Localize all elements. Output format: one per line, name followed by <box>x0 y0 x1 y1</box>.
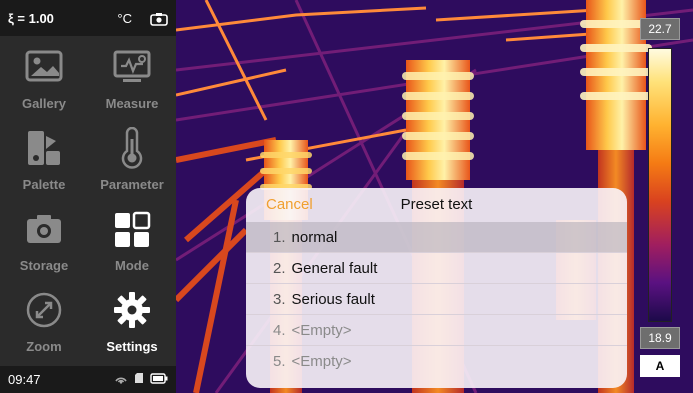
sidebar-menu: ξ = 1.00 °C Gallery Measure Palette Para… <box>0 0 176 393</box>
preset-text-dialog: Preset text Cancel 1. normal 2. General … <box>246 188 627 388</box>
camera-icon <box>23 208 65 250</box>
menu-item-measure[interactable]: Measure <box>88 36 176 117</box>
menu-item-mode[interactable]: Mode <box>88 198 176 279</box>
zoom-icon <box>23 289 65 331</box>
menu-item-storage[interactable]: Storage <box>0 198 88 279</box>
battery-icon <box>150 372 168 387</box>
preset-number: 2. <box>273 259 286 277</box>
mode-grid-icon <box>111 208 153 250</box>
preset-list: 1. normal 2. General fault 3. Serious fa… <box>246 222 627 377</box>
sd-card-icon <box>134 372 144 387</box>
scale-max-value[interactable]: 22.7 <box>640 18 680 40</box>
measure-icon <box>111 46 153 88</box>
menu-label: Measure <box>105 96 159 111</box>
temperature-unit[interactable]: °C <box>117 11 132 26</box>
dialog-header: Preset text Cancel <box>246 188 627 222</box>
preset-number: 3. <box>273 290 286 308</box>
menu-item-parameter[interactable]: Parameter <box>88 117 176 198</box>
preset-item-2[interactable]: 2. General fault <box>246 253 627 284</box>
menu-item-palette[interactable]: Palette <box>0 117 88 198</box>
menu-label: Gallery <box>21 96 67 111</box>
menu-label: Storage <box>19 258 69 273</box>
preset-text: General fault <box>291 259 378 277</box>
preset-item-1[interactable]: 1. normal <box>246 222 627 253</box>
menu-label: Mode <box>115 258 149 273</box>
emissivity-value[interactable]: ξ = 1.00 <box>8 11 117 26</box>
scale-min-value[interactable]: 18.9 <box>640 327 680 349</box>
wifi-hotspot-icon <box>114 372 128 387</box>
menu-label: Zoom <box>26 339 62 354</box>
preset-item-3[interactable]: 3. Serious fault <box>246 284 627 315</box>
preset-text: <Empty> <box>291 353 352 370</box>
settings-gear-icon <box>111 289 153 331</box>
preset-item-5[interactable]: 5. <Empty> <box>246 346 627 377</box>
preset-text: normal <box>291 228 338 246</box>
menu-grid: Gallery Measure Palette Parameter Storag… <box>0 36 176 366</box>
palette-icon <box>23 127 65 169</box>
preset-item-4[interactable]: 4. <Empty> <box>246 315 627 346</box>
menu-item-settings[interactable]: Settings <box>88 279 176 360</box>
scale-mode-button[interactable]: A <box>640 355 680 377</box>
preset-number: 1. <box>273 228 286 246</box>
preset-text: Serious fault <box>291 290 375 308</box>
menu-item-zoom[interactable]: Zoom <box>0 279 88 360</box>
camera-status-icon <box>150 12 168 26</box>
clock-time: 09:47 <box>8 372 41 387</box>
preset-number: 4. <box>273 321 286 339</box>
top-status-bar: ξ = 1.00 °C <box>0 0 176 36</box>
gallery-icon <box>23 46 65 88</box>
menu-label: Parameter <box>100 177 164 192</box>
thermometer-icon <box>111 126 153 169</box>
color-scale-bar <box>648 48 672 322</box>
preset-text: <Empty> <box>291 321 352 339</box>
menu-label: Palette <box>22 177 66 192</box>
bottom-status-bar: 09:47 <box>0 366 176 393</box>
menu-item-gallery[interactable]: Gallery <box>0 36 88 117</box>
cancel-button[interactable]: Cancel <box>266 196 313 213</box>
preset-number: 5. <box>273 353 286 370</box>
menu-label: Settings <box>106 339 158 354</box>
